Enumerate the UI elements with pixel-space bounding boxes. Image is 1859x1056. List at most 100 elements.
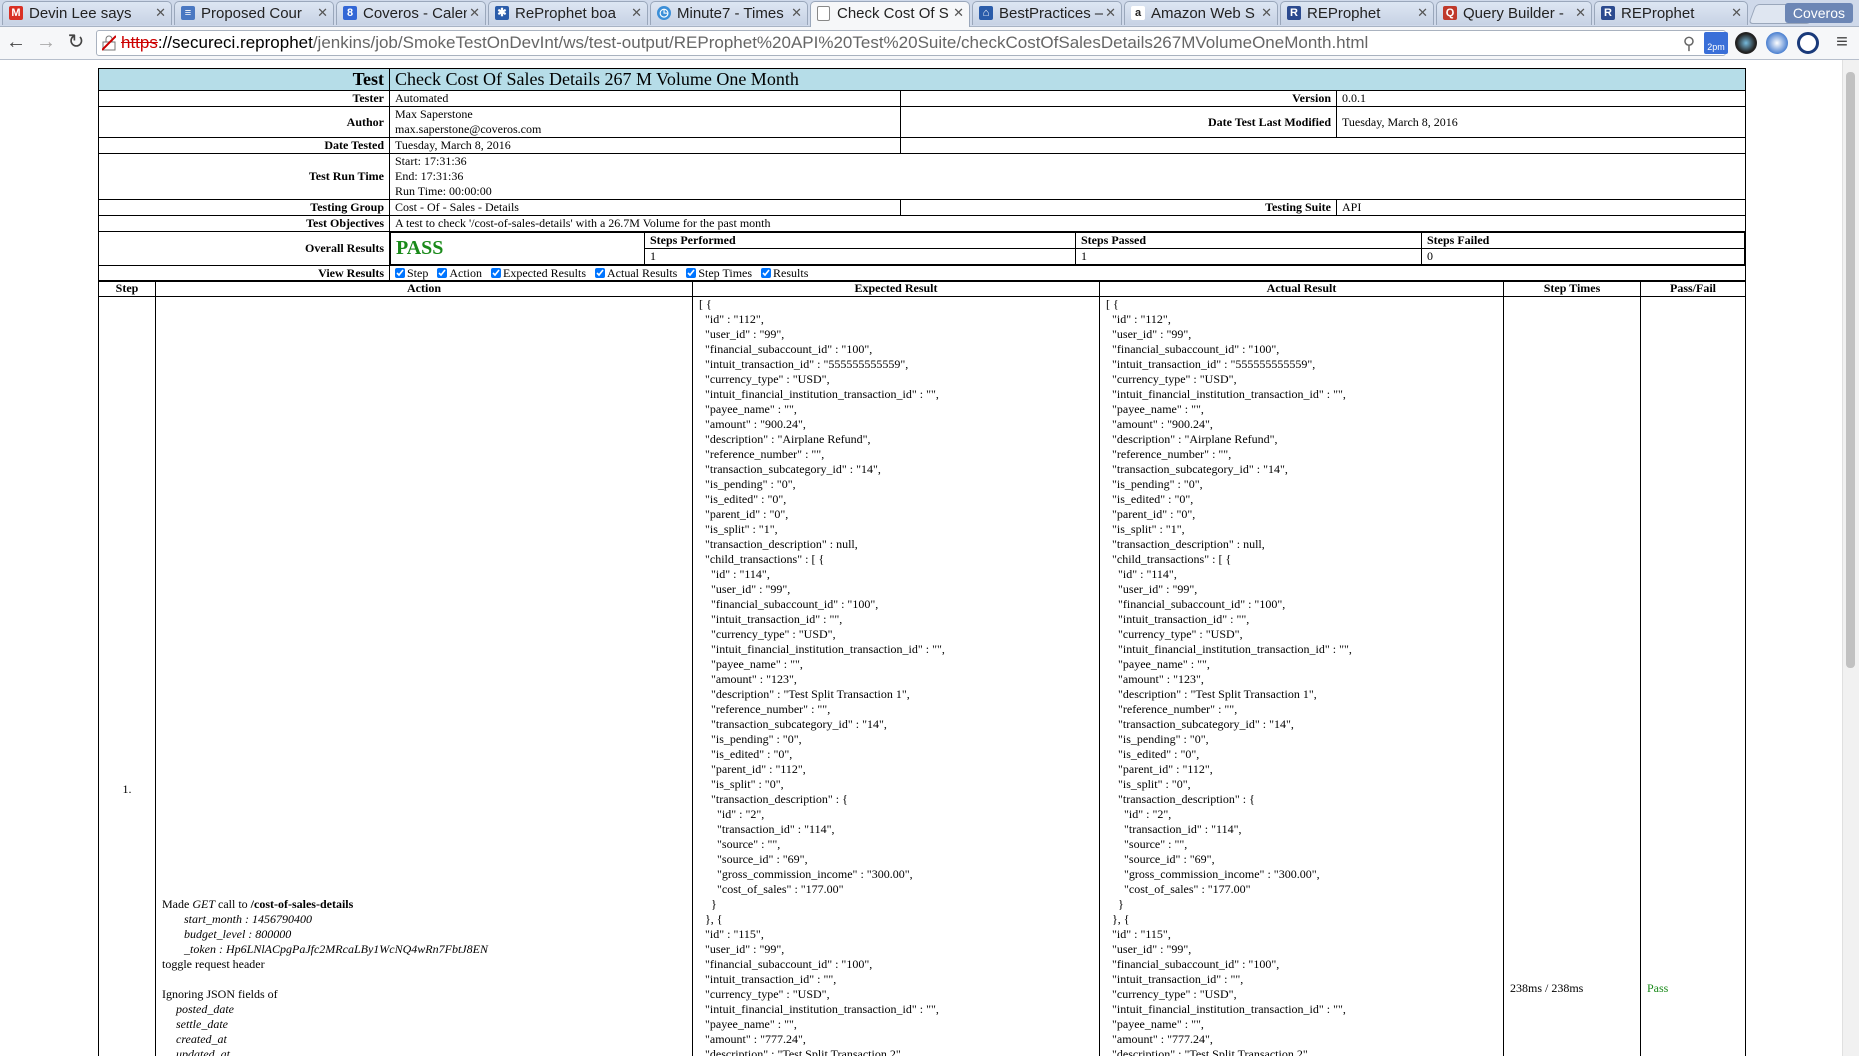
reload-icon[interactable]: ↻ [64, 31, 88, 55]
empty-cell [900, 137, 1746, 154]
url-text[interactable]: https://secureci.reprophet/jenkins/job/S… [121, 33, 1368, 53]
browser-tab[interactable]: 8 Coveros - Calen ✕ [336, 1, 486, 25]
tab-label: Minute7 - Times [677, 5, 784, 22]
close-icon[interactable]: ✕ [791, 5, 802, 21]
close-icon[interactable]: ✕ [1261, 5, 1272, 21]
table-row: 1. Made GET call to /cost-of-sales-detai… [98, 296, 1746, 1056]
run-time-cell: Start: 17:31:36 End: 17:31:36 Run Time: … [389, 153, 1746, 200]
overall-results-cell: PASS Steps Performed Steps Passed Steps … [389, 231, 1746, 266]
author-cell: Max Saperstone max.saperstone@coveros.co… [389, 106, 901, 138]
step-checkbox[interactable] [395, 268, 405, 278]
endpoint: /cost-of-sales-details [250, 897, 354, 911]
back-arrow-icon[interactable]: ← [4, 31, 28, 55]
view-option-expected[interactable]: Expected Results [491, 266, 586, 280]
browser-tab[interactable]: Q Query Builder - ✕ [1436, 1, 1592, 25]
close-icon[interactable]: ✕ [1731, 5, 1742, 21]
tab-label: Amazon Web S [1151, 5, 1255, 22]
browser-tab[interactable]: ≡ Proposed Cour ✕ [174, 1, 334, 25]
calendar-extension-icon[interactable]: 2pm [1704, 32, 1728, 54]
view-option-results[interactable]: Results [761, 266, 808, 280]
tab-label: Coveros - Calen [363, 5, 467, 22]
close-icon[interactable]: ✕ [631, 5, 642, 21]
ignoring-label: Ignoring JSON fields of [162, 987, 278, 1001]
times-checkbox[interactable] [686, 268, 697, 278]
tab-label: REProphet [1621, 5, 1695, 22]
ignored-field: posted_date [176, 1002, 234, 1016]
view-option-step[interactable]: Step [395, 266, 428, 280]
results-checkbox[interactable] [761, 268, 772, 278]
http-method: GET [192, 897, 215, 911]
view-option-action[interactable]: Action [437, 266, 482, 280]
close-icon[interactable]: ✕ [155, 5, 166, 21]
address-bar[interactable]: https://secureci.reprophet/jenkins/job/S… [96, 30, 1726, 56]
gmail-icon: M [9, 6, 23, 20]
reprophet-icon: R [1287, 6, 1301, 20]
browser-tab[interactable]: ✱ ReProphet boa ✕ [488, 1, 648, 25]
request-param: budget_level : 800000 [184, 927, 292, 941]
ignored-field: created_at [176, 1032, 227, 1046]
option-label: Action [449, 266, 483, 280]
ublock-icon[interactable] [1797, 32, 1819, 54]
author-name: Max Saperstone [395, 107, 473, 121]
actual-checkbox[interactable] [595, 268, 605, 278]
tab-label: Proposed Cour [201, 5, 302, 22]
col-expected: Expected Result [692, 280, 1100, 297]
action-mid: call to [215, 897, 251, 911]
overall-results-table: PASS Steps Performed Steps Passed Steps … [390, 232, 1745, 265]
author-label: Author [98, 106, 390, 138]
col-action: Action [155, 280, 693, 297]
browser-tab-active[interactable]: Check Cost Of S ✕ [810, 1, 970, 27]
vertical-scrollbar[interactable] [1842, 60, 1859, 1056]
globe-extension-icon[interactable] [1766, 32, 1788, 54]
close-icon[interactable]: ✕ [1105, 5, 1116, 21]
run-start: Start: 17:31:36 [395, 154, 467, 168]
steps-performed-value: 1 [644, 248, 1076, 265]
browser-tab[interactable]: R REProphet ✕ [1280, 1, 1434, 25]
option-label: Step Times [698, 266, 753, 280]
view-option-times[interactable]: Step Times [686, 266, 752, 280]
run-end: End: 17:31:36 [395, 169, 464, 183]
amazon-icon: a [1131, 6, 1145, 20]
wiki-icon: ⌂ [979, 6, 993, 20]
steps-performed-label: Steps Performed [644, 232, 1076, 249]
insecure-lock-icon[interactable] [102, 35, 116, 51]
menu-icon[interactable]: ≡ [1830, 31, 1854, 55]
page-icon [817, 6, 830, 21]
expected-result: [ { "id" : "112", "user_id" : "99", "fin… [692, 296, 1100, 1056]
tab-label: ReProphet boa [515, 5, 616, 22]
steps-passed-label: Steps Passed [1075, 232, 1422, 249]
date-tested-value: Tuesday, March 8, 2016 [389, 137, 901, 154]
browser-tab[interactable]: R REProphet ✕ [1594, 1, 1748, 25]
extension-icon[interactable] [1735, 32, 1757, 54]
browser-tab[interactable]: ◷ Minute7 - Times ✕ [650, 1, 808, 25]
view-option-actual[interactable]: Actual Results [595, 266, 677, 280]
overall-status: PASS [390, 232, 645, 265]
forward-arrow-icon[interactable]: → [34, 31, 58, 55]
close-icon[interactable]: ✕ [1417, 5, 1428, 21]
action-checkbox[interactable] [437, 268, 448, 278]
calendar-icon: 8 [343, 6, 357, 20]
url-host: ://secureci.reprophet [157, 33, 313, 52]
ignored-field: updated_at [176, 1047, 230, 1056]
close-icon[interactable]: ✕ [1575, 5, 1586, 21]
scrollbar-thumb[interactable] [1846, 72, 1855, 668]
browser-tab[interactable]: M Devin Lee says ✕ [2, 1, 172, 25]
clock-icon: ◷ [657, 6, 671, 20]
steps-passed-value: 1 [1075, 248, 1422, 265]
search-icon[interactable]: ⚲ [1679, 34, 1699, 54]
objectives-value: A test to check '/cost-of-sales-details'… [389, 215, 1746, 232]
profile-button[interactable]: Coveros [1784, 3, 1853, 23]
board-icon: ✱ [495, 6, 509, 20]
col-step: Step [98, 280, 156, 297]
close-icon[interactable]: ✕ [953, 5, 964, 21]
browser-tab[interactable]: ⌂ BestPractices – ✕ [972, 1, 1122, 25]
steps-table: Step Action Expected Result Actual Resul… [98, 280, 1746, 1056]
toggle-request-header[interactable]: toggle request header [162, 957, 686, 972]
test-name: Check Cost Of Sales Details 267 M Volume… [389, 68, 1746, 91]
close-icon[interactable]: ✕ [317, 5, 328, 21]
option-label: Expected Results [503, 266, 586, 280]
browser-tab[interactable]: a Amazon Web S ✕ [1124, 1, 1278, 25]
close-icon[interactable]: ✕ [469, 5, 480, 21]
expected-checkbox[interactable] [491, 268, 502, 278]
step-number: 1. [98, 296, 156, 1056]
